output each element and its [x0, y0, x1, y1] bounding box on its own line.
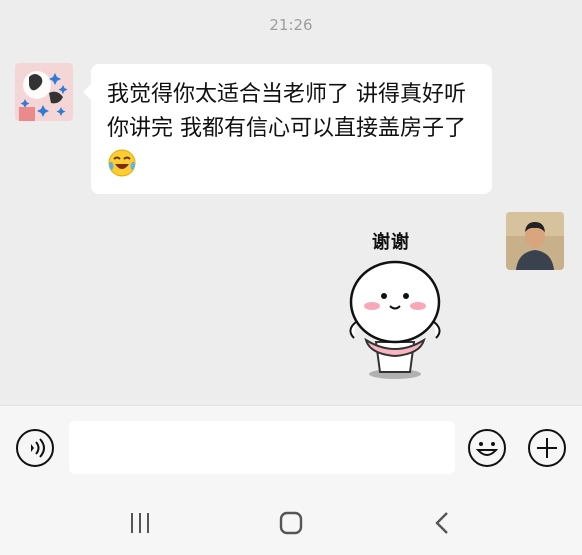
- plus-icon[interactable]: [527, 428, 567, 468]
- input-bar: [0, 405, 582, 491]
- message-bubble[interactable]: 我觉得你太适合当老师了 讲得真好听你讲完 我都有信心可以直接盖房子了: [83, 64, 492, 194]
- timestamp: 21:26: [269, 16, 313, 34]
- recent-apps-icon[interactable]: [124, 507, 156, 539]
- chat-area: 21:26 我觉得你太适合当老师了 讲得真好听你讲完 我都有信心可以直接盖房子了: [0, 0, 582, 405]
- user-avatar[interactable]: [506, 212, 564, 270]
- home-icon[interactable]: [275, 507, 307, 539]
- thank-you-sticker[interactable]: 谢谢: [340, 222, 450, 382]
- laughing-tears-emoji-icon: [107, 148, 137, 178]
- voice-icon[interactable]: [15, 428, 55, 468]
- contact-avatar[interactable]: [15, 63, 73, 121]
- emoji-face-icon[interactable]: [467, 428, 507, 468]
- system-navigation-bar: [0, 490, 582, 555]
- message-input[interactable]: [69, 421, 455, 474]
- message-text: 我觉得你太适合当老师了 讲得真好听你讲完 我都有信心可以直接盖房子了: [107, 82, 466, 141]
- back-icon[interactable]: [427, 507, 459, 539]
